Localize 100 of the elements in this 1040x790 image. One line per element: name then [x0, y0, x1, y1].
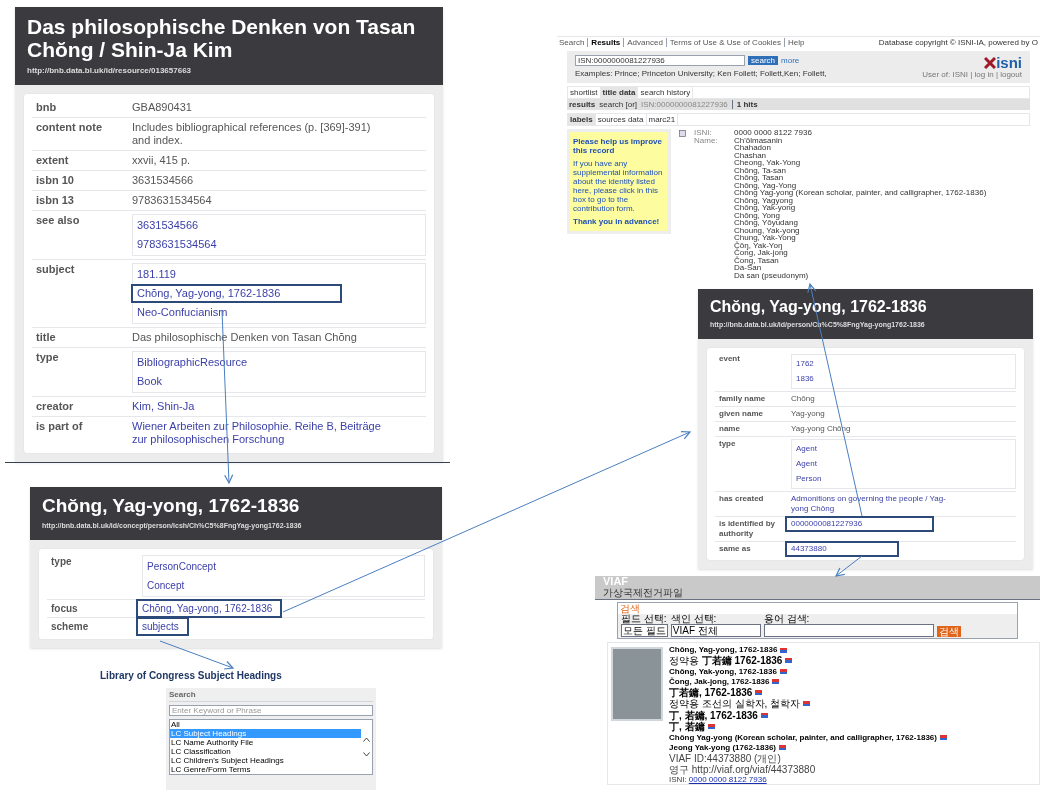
- name-entry: Čong, Tasan: [734, 256, 779, 264]
- user-links[interactable]: User of: ISNI | log in | logout: [922, 70, 1022, 79]
- field-link[interactable]: Agent: [796, 443, 817, 454]
- field-link[interactable]: 181.119: [137, 268, 176, 281]
- chevron-up-icon[interactable]: [363, 737, 370, 742]
- field-link[interactable]: Admonitions on governing the people / Yag-yong Chŏng: [791, 493, 961, 514]
- tab[interactable]: shortlist: [568, 87, 601, 98]
- field-label: extent: [35, 154, 70, 167]
- flag-icon: [779, 745, 786, 750]
- logo-text: isni: [996, 55, 1022, 70]
- field-label: is identified by authority: [718, 518, 776, 539]
- field-select[interactable]: 모든 필드: [621, 624, 668, 637]
- flag-icon: [707, 724, 715, 730]
- notice-thanks: Thank you in advance!: [573, 217, 661, 226]
- term-input-label: 용어 검색:: [763, 614, 811, 624]
- field-label: content note: [35, 121, 103, 135]
- field-link[interactable]: PersonConcept: [147, 559, 216, 573]
- nav-link[interactable]: Search: [559, 38, 588, 47]
- field-label: subject: [35, 263, 76, 277]
- field-link[interactable]: 1836: [796, 373, 814, 384]
- field-link[interactable]: 1762: [796, 358, 814, 369]
- results-mode: search [or]: [599, 100, 638, 109]
- field-label: see also: [35, 214, 81, 228]
- term-input-field[interactable]: [763, 624, 934, 637]
- nav-link[interactable]: Advanced: [623, 38, 666, 47]
- name-heading[interactable]: Chŏng, Yag-yong, 1762-1836: [669, 645, 778, 655]
- more-link[interactable]: more: [781, 56, 800, 65]
- isni-value: 0000 0000 8122 7936: [734, 129, 813, 137]
- field-link[interactable]: 44373880: [791, 543, 827, 553]
- field-value: Includes bibliographical references (p. [369]-391) and index.: [132, 121, 372, 147]
- record-title: Das philosophische Denken von Tasan Chŏng / Shin-Ja Kim: [27, 15, 417, 61]
- field-link[interactable]: Chŏng, Yag-yong, 1762-1836: [142, 602, 273, 614]
- name-heading[interactable]: Chŏng, Yak-yong, 1762-1836: [669, 666, 777, 677]
- field-label: name: [718, 423, 741, 434]
- viaf-subtitle: 가상국제전거파일: [603, 587, 684, 598]
- name-label: Name:: [694, 136, 719, 147]
- nav-link[interactable]: Terms of Use & Use of Cookies: [665, 38, 784, 47]
- list-option[interactable]: All: [170, 720, 361, 729]
- name-entry: Chung, Yak-Yong: [734, 234, 796, 242]
- field-link[interactable]: Person: [796, 473, 822, 484]
- isni-link[interactable]: 0000 0000 8122 7936: [688, 774, 767, 784]
- field-link[interactable]: Agent: [796, 458, 817, 469]
- list-option[interactable]: LC Children's Subject Headings: [170, 756, 361, 765]
- caption-text: Library of Congress Subject Headings: [100, 670, 282, 682]
- field-link[interactable]: Chŏng, Yag-yong, 1762-1836: [137, 287, 281, 299]
- name-heading[interactable]: Chŏng Yag-yong (Korean scholar, painter, and calligrapher, 1762-1836): [669, 732, 937, 743]
- search-field[interactable]: ISN:0000000081227936: [575, 55, 745, 66]
- field-label: creator: [35, 400, 75, 413]
- field-link[interactable]: Kim, Shin-Ja: [132, 400, 195, 413]
- name-heading[interactable]: 정약용 丁若鏞 1762-1836: [669, 655, 783, 667]
- field-label: is part of: [35, 420, 84, 434]
- tab[interactable]: title data: [600, 87, 639, 98]
- vocabulary-listbox[interactable]: All LC Subject Headings LC Name Authority File LC Classification LC Children's Subject Headings LC Genre/Form Terms: [169, 719, 373, 775]
- name-entry: Chŏng, Yŏyudang: [734, 219, 799, 227]
- index-select-label: 색인 선택:: [670, 614, 718, 624]
- results-count: 1 hits: [736, 100, 758, 109]
- field-link[interactable]: BibliographicResource: [137, 356, 248, 369]
- list-option[interactable]: LC Genre/Form Terms: [170, 765, 361, 774]
- tab[interactable]: search history: [638, 87, 694, 98]
- name-heading[interactable]: 丁, 若鏞: [669, 721, 705, 733]
- field-link[interactable]: Book: [137, 375, 163, 388]
- name-heading[interactable]: 丁, 若鏞, 1762-1836: [669, 709, 758, 721]
- record-uri: http://bnb.data.bl.uk/id/resource/013657663: [27, 65, 193, 77]
- name-entry: Chahadon: [734, 144, 772, 152]
- list-option[interactable]: LC Name Authority File: [170, 738, 361, 747]
- field-value: Yag-yong: [791, 408, 825, 419]
- tab[interactable]: sources data: [595, 114, 647, 125]
- field-link[interactable]: 9783631534564: [137, 238, 217, 251]
- index-select[interactable]: VIAF 전체: [670, 624, 761, 637]
- chevron-down-icon[interactable]: [363, 752, 370, 757]
- tab[interactable]: marc21: [646, 114, 679, 125]
- name-heading[interactable]: Jeong Yak-yong (1762-1836): [669, 742, 776, 753]
- search-button[interactable]: search: [748, 56, 778, 65]
- name-entry: Čŏŋ, Yak-Yoŋ: [734, 241, 783, 249]
- field-value: 3631534566: [132, 174, 194, 187]
- name-heading[interactable]: 丁若鏞, 1762-1836: [669, 686, 753, 698]
- field-value: Chŏng: [791, 393, 815, 404]
- record-title: Chŏng, Yag-yong, 1762-1836: [710, 297, 928, 316]
- field-link[interactable]: 3631534566: [137, 219, 199, 232]
- results-query: ISN:0000000081227936: [641, 100, 733, 109]
- field-link[interactable]: 0000000081227936: [791, 518, 863, 528]
- nav-link[interactable]: Help: [784, 38, 808, 47]
- field-value: GBA890431: [132, 101, 192, 114]
- name-heading[interactable]: Čong, Jak-jong, 1762-1836: [669, 676, 770, 687]
- name-entry: Chashan: [734, 151, 768, 159]
- field-link[interactable]: Neo-Confucianism: [137, 306, 228, 319]
- record-title: Chŏng, Yag-yong, 1762-1836: [42, 495, 301, 517]
- field-label: given name: [718, 408, 764, 419]
- name-entry: Da san (pseudonym): [734, 271, 810, 279]
- field-label: isbn 10: [35, 174, 75, 187]
- contribution-notice[interactable]: Please help us improve this record If you have any supplemental information about the identity listed here, please click in this box to go to the contribution form. Thank you in advance!: [567, 129, 671, 234]
- tab[interactable]: labels: [568, 114, 596, 125]
- name-heading[interactable]: 정약용 조선의 실학자, 철학자: [669, 698, 801, 710]
- field-link[interactable]: Concept: [147, 578, 185, 592]
- list-option[interactable]: LC Classification: [170, 747, 361, 756]
- nav-link[interactable]: Results: [587, 38, 624, 47]
- field-label: type: [50, 554, 73, 569]
- field-label: same as: [718, 543, 752, 554]
- field-link[interactable]: subjects: [142, 620, 179, 632]
- name-entry: Da-San: [734, 264, 763, 272]
